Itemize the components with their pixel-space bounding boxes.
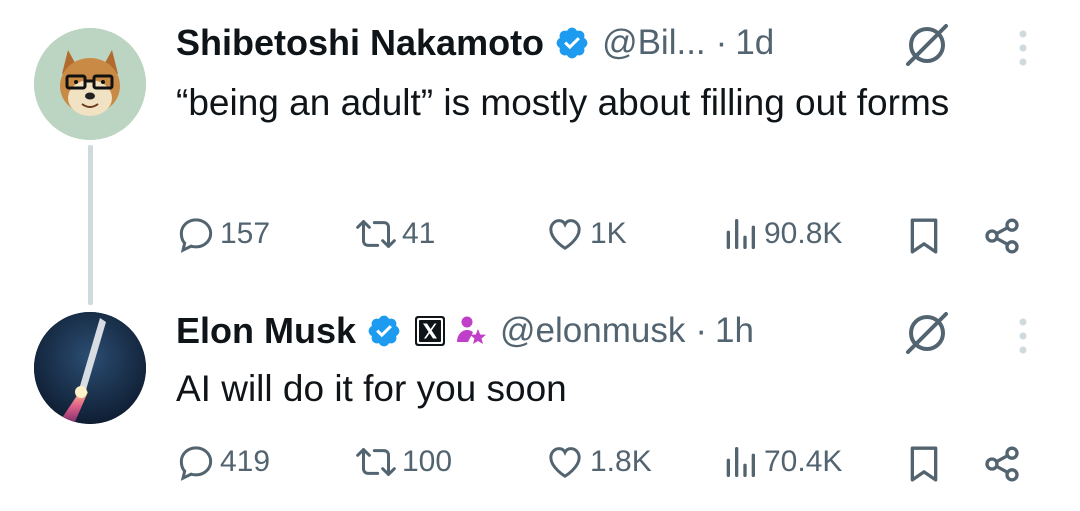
tweet-1-actions: 157 41 1K 90.8K	[176, 214, 1036, 258]
views-button[interactable]: 70.4K	[720, 442, 842, 482]
timestamp[interactable]: 1d	[735, 23, 774, 63]
grok-icon[interactable]	[902, 20, 952, 70]
tweet-2-actions: 419 100 1.8K 70.4K	[176, 442, 1036, 486]
like-button[interactable]: 1K	[544, 214, 627, 254]
more-options-icon[interactable]	[1016, 316, 1030, 356]
views-icon	[726, 447, 755, 477]
rocket-launch-avatar	[34, 312, 146, 424]
tweet-1-header: Shibetoshi Nakamoto @Bil... · 1d	[176, 22, 774, 64]
reply-icon	[179, 446, 213, 481]
like-count: 1.8K	[590, 445, 652, 478]
share-icon[interactable]	[982, 444, 1022, 484]
x-logo-icon[interactable]	[414, 315, 446, 347]
separator-dot: ·	[715, 23, 728, 62]
repost-icon	[356, 220, 396, 248]
heart-icon	[549, 447, 581, 478]
bookmark-icon[interactable]	[906, 216, 942, 256]
views-count: 90.8K	[764, 217, 843, 250]
reply-count: 419	[220, 445, 271, 478]
tweet-2-header: Elon Musk @elonmusk · 1h	[176, 310, 754, 352]
views-icon	[726, 219, 755, 249]
views-button[interactable]: 90.8K	[720, 214, 842, 254]
separator-dot: ·	[695, 311, 708, 350]
more-options-icon[interactable]	[1016, 28, 1030, 68]
author-handle[interactable]: @Bil...	[602, 23, 706, 63]
tweet-2-text: AI will do it for you soon	[176, 368, 567, 409]
verified-badge-icon	[368, 315, 400, 347]
repost-button[interactable]: 100	[354, 442, 452, 482]
author-name[interactable]: Elon Musk	[176, 310, 356, 352]
like-count: 1K	[590, 217, 627, 250]
bookmark-icon[interactable]	[906, 444, 942, 484]
reply-button[interactable]: 157	[176, 214, 270, 254]
government-person-icon	[457, 316, 487, 344]
repost-count: 41	[402, 217, 436, 250]
heart-icon	[549, 219, 581, 250]
doge-avatar	[34, 28, 146, 140]
timestamp[interactable]: 1h	[715, 311, 754, 351]
tweet-1-text: “being an adult” is mostly about filling…	[176, 82, 950, 123]
avatar-shibetoshi[interactable]	[34, 28, 146, 140]
repost-button[interactable]: 41	[354, 214, 435, 254]
verified-badge-icon	[556, 27, 588, 59]
views-count: 70.4K	[764, 445, 843, 478]
author-name[interactable]: Shibetoshi Nakamoto	[176, 22, 544, 64]
repost-count: 100	[402, 445, 453, 478]
avatar-elon-musk[interactable]	[34, 312, 146, 424]
reply-count: 157	[220, 217, 271, 250]
grok-icon[interactable]	[902, 308, 952, 358]
like-button[interactable]: 1.8K	[544, 442, 652, 482]
reply-icon	[179, 218, 213, 253]
repost-icon	[356, 448, 396, 476]
reply-button[interactable]: 419	[176, 442, 270, 482]
share-icon[interactable]	[982, 216, 1022, 256]
author-handle[interactable]: @elonmusk	[500, 311, 685, 351]
thread-line	[88, 145, 93, 305]
